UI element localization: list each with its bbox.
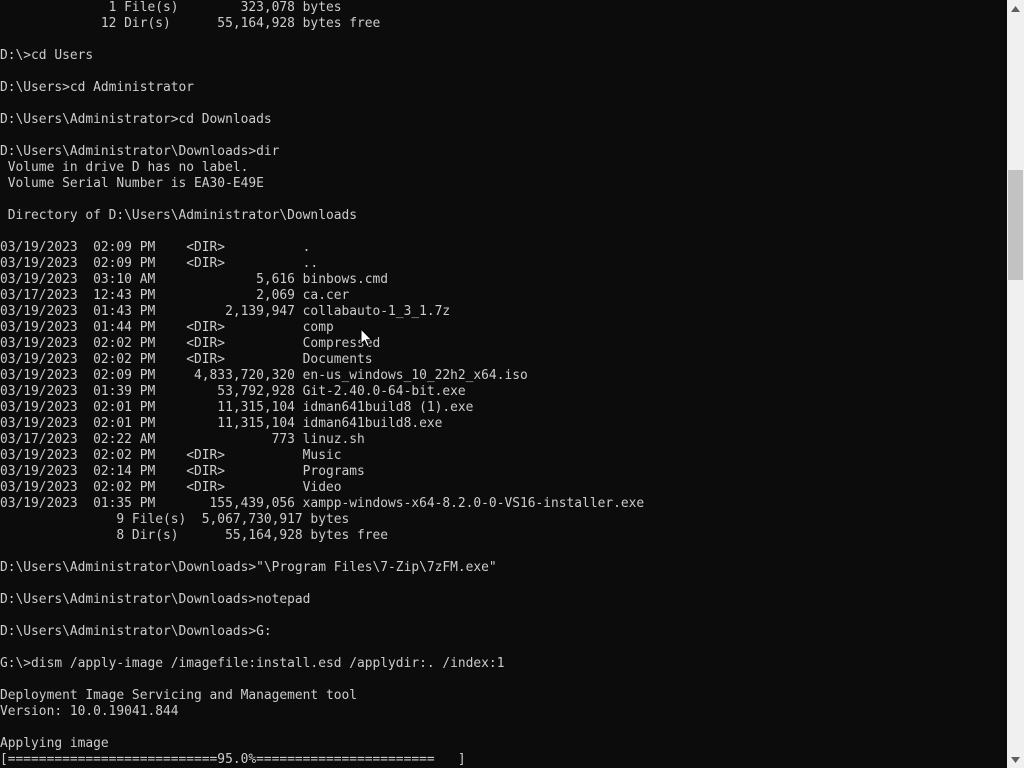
console-line: 03/17/2023 12:43 PM 2,069 ca.cer — [0, 288, 350, 303]
console-line: Directory of D:\Users\Administrator\Down… — [0, 208, 357, 223]
console-line: 03/19/2023 02:02 PM <DIR> Compressed — [0, 336, 381, 351]
console-line: 9 File(s) 5,067,730,917 bytes — [0, 512, 350, 527]
console-line: 03/19/2023 01:44 PM <DIR> comp — [0, 320, 334, 335]
console-line: Volume in drive D has no label. — [0, 160, 249, 175]
console-line: 03/19/2023 02:01 PM 11,315,104 idman641b… — [0, 416, 443, 431]
console-line: 1 File(s) 323,078 bytes — [0, 0, 342, 15]
console-line: 03/19/2023 02:14 PM <DIR> Programs — [0, 464, 365, 479]
console-line: 03/19/2023 02:09 PM <DIR> .. — [0, 256, 319, 271]
console-line: 03/19/2023 02:02 PM <DIR> Music — [0, 448, 342, 463]
mouse-pointer-icon — [360, 328, 373, 348]
scroll-down-arrow-icon[interactable] — [1007, 751, 1024, 768]
console-line: 12 Dir(s) 55,164,928 bytes free — [0, 16, 381, 31]
console-line: Deployment Image Servicing and Managemen… — [0, 688, 357, 703]
console-line: D:\Users>cd Administrator — [0, 80, 195, 95]
console-line: D:\Users\Administrator\Downloads>G: — [0, 624, 272, 639]
console-line: Applying image — [0, 736, 109, 751]
console-line: 03/19/2023 02:02 PM <DIR> Documents — [0, 352, 373, 367]
console-window[interactable]: 1 File(s) 323,078 bytes 12 Dir(s) 55,164… — [0, 0, 1024, 768]
console-line: Volume Serial Number is EA30-E49E — [0, 176, 264, 191]
console-line: 03/19/2023 02:09 PM <DIR> . — [0, 240, 311, 255]
console-line: 03/19/2023 02:02 PM <DIR> Video — [0, 480, 342, 495]
console-line: D:\>cd Users — [0, 48, 94, 63]
scroll-up-arrow-icon[interactable] — [1007, 0, 1024, 17]
console-line: 03/19/2023 03:10 AM 5,616 binbows.cmd — [0, 272, 389, 287]
vertical-scrollbar[interactable] — [1007, 0, 1024, 768]
console-line: G:\>dism /apply-image /imagefile:install… — [0, 656, 505, 671]
console-line: 03/19/2023 01:43 PM 2,139,947 collabauto… — [0, 304, 451, 319]
console-line: D:\Users\Administrator\Downloads>dir — [0, 144, 280, 159]
console-line: 03/19/2023 02:01 PM 11,315,104 idman641b… — [0, 400, 474, 415]
console-line: 03/19/2023 02:09 PM 4,833,720,320 en-us_… — [0, 368, 528, 383]
console-line: D:\Users\Administrator\Downloads>notepad — [0, 592, 311, 607]
console-line: 03/17/2023 02:22 AM 773 linuz.sh — [0, 432, 365, 447]
console-line: 03/19/2023 01:35 PM 155,439,056 xampp-wi… — [0, 496, 645, 511]
console-line: Version: 10.0.19041.844 — [0, 704, 179, 719]
console-line: 8 Dir(s) 55,164,928 bytes free — [0, 528, 389, 543]
console-line: 03/19/2023 01:39 PM 53,792,928 Git-2.40.… — [0, 384, 466, 399]
console-output[interactable]: 1 File(s) 323,078 bytes 12 Dir(s) 55,164… — [0, 0, 1007, 768]
console-line: D:\Users\Administrator>cd Downloads — [0, 112, 272, 127]
console-line: [===========================95.0%=======… — [0, 752, 466, 767]
console-line: D:\Users\Administrator\Downloads>"\Progr… — [0, 560, 497, 575]
scrollbar-thumb[interactable] — [1008, 170, 1023, 280]
